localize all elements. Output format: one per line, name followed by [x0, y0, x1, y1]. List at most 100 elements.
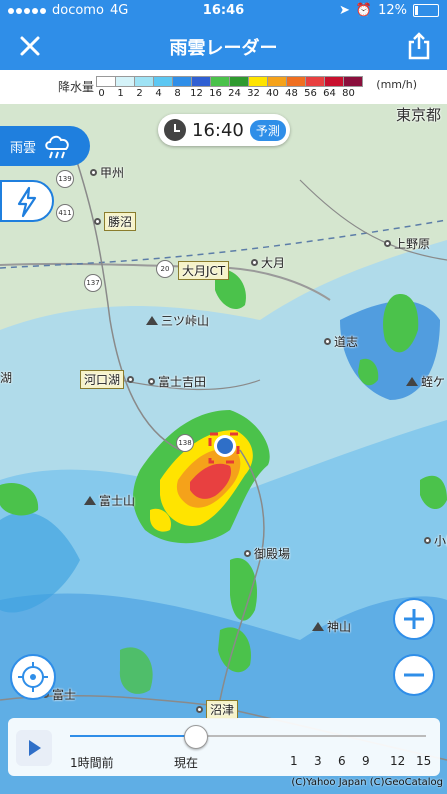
- place-label: 河口湖: [80, 370, 125, 389]
- place-label: 沼津: [206, 700, 239, 719]
- timeline-bar: 1時間前 現在 1 3 6 9 12 15: [8, 718, 440, 776]
- play-button[interactable]: [16, 730, 52, 766]
- legend-swatch: [153, 76, 173, 87]
- legend-swatch: [267, 76, 287, 87]
- place-label: 湖: [0, 371, 13, 385]
- place-label: 甲州: [100, 166, 125, 180]
- radar-map[interactable]: 139 411 137 138 20 東京都 甲州 勝沼 上野原 大月JCT 大…: [0, 104, 447, 794]
- legend-tick: 24: [228, 88, 241, 99]
- route-shield: 137: [84, 274, 102, 292]
- current-time: 16:40: [192, 119, 244, 141]
- current-location-button[interactable]: [10, 654, 56, 700]
- legend-tick: 32: [247, 88, 260, 99]
- mountain-icon: [406, 377, 418, 386]
- share-icon[interactable]: [405, 31, 433, 61]
- timeline-track[interactable]: [70, 735, 426, 737]
- place-label: 大月JCT: [178, 261, 230, 280]
- place-kawaguchiko: 河口湖: [80, 370, 135, 389]
- battery-percent: 12%: [378, 3, 407, 18]
- battery-icon: [413, 4, 439, 17]
- route-shield: 411: [56, 204, 74, 222]
- place-label: 小田: [434, 534, 447, 548]
- place-dot: [424, 537, 431, 544]
- status-bar: docomo 4G 16:46 ➤ ⏰ 12%: [0, 0, 447, 22]
- legend-tick: 48: [285, 88, 298, 99]
- mountain-icon: [312, 622, 324, 631]
- place-hiru: 蛭ケ: [406, 373, 445, 390]
- forecast-label: 15: [416, 754, 432, 768]
- place-tokyo: 東京都: [396, 104, 441, 125]
- rain-cloud-icon: [45, 135, 69, 159]
- alarm-icon: ⏰: [355, 3, 373, 18]
- place-label: 御殿場: [254, 547, 291, 561]
- place-fujiyoshida: 富士吉田: [148, 373, 206, 390]
- forecast-label: 6: [338, 754, 346, 768]
- mountain-icon: [146, 316, 158, 325]
- precipitation-legend: 降水量 0 1 2 4 8 12 16 24 32 40 48 56 64 80 (mm/h): [0, 70, 447, 105]
- plus-icon: [404, 609, 424, 629]
- legend-swatch: [172, 76, 192, 87]
- time-indicator: 16:40 予測: [158, 114, 290, 146]
- place-doshi: 道志: [324, 333, 358, 350]
- legend-tick: 1: [117, 88, 124, 99]
- legend-color-scale: [96, 76, 363, 87]
- place-label: 富士山: [99, 494, 136, 508]
- legend-tick: 64: [323, 88, 336, 99]
- place-label: 富士: [52, 688, 77, 702]
- app-header: 雨雲レーダー: [0, 22, 447, 70]
- legend-swatch: [210, 76, 230, 87]
- place-label: 神山: [327, 620, 352, 634]
- legend-swatch: [191, 76, 211, 87]
- route-shield: 139: [56, 170, 74, 188]
- place-odawara: 小田: [424, 532, 447, 549]
- route-shield: 138: [176, 434, 194, 452]
- timeline-now-label: 現在: [174, 756, 199, 770]
- place-kofu: 甲州: [90, 164, 124, 181]
- rain-layer-button[interactable]: 雨雲: [0, 126, 90, 166]
- legend-swatch: [229, 76, 249, 87]
- crosshair-icon: [18, 662, 48, 692]
- legend-ticks: 0 1 2 4 8 12 16 24 32 40 48 56 64 80: [92, 88, 358, 99]
- forecast-label: 12: [390, 754, 406, 768]
- legend-tick: 8: [174, 88, 181, 99]
- place-dot: [90, 169, 97, 176]
- lightning-layer-button[interactable]: [0, 180, 54, 222]
- timeline-knob[interactable]: [183, 725, 208, 749]
- place-label: 東京都: [395, 106, 441, 124]
- legend-swatch: [115, 76, 135, 87]
- place-kamiyama: 神山: [312, 618, 351, 635]
- rain-layer-label: 雨雲: [10, 140, 37, 156]
- legend-tick: 56: [304, 88, 317, 99]
- zoom-in-button[interactable]: [393, 598, 435, 640]
- legend-swatch: [286, 76, 306, 87]
- legend-tick: 2: [136, 88, 143, 99]
- legend-tick: 40: [266, 88, 279, 99]
- place-mitsutoge: 三ツ峠山: [146, 312, 209, 329]
- forecast-label: 1: [290, 754, 298, 768]
- forecast-badge: 予測: [249, 119, 286, 141]
- place-label: 勝沼: [104, 212, 137, 231]
- timeline-start-label: 1時間前: [70, 756, 114, 770]
- zoom-out-button[interactable]: [393, 654, 435, 696]
- status-right: ➤ ⏰ 12%: [339, 3, 439, 18]
- place-dot: [251, 259, 258, 266]
- place-label: 大月: [261, 256, 286, 270]
- timeline-progress: [70, 735, 195, 737]
- copyright-text: (C)Yahoo Japan (C)GeoCatalog: [291, 777, 443, 788]
- legend-tick: 12: [190, 88, 203, 99]
- place-label: 上野原: [394, 237, 431, 251]
- legend-swatch: [324, 76, 344, 87]
- legend-tick: 0: [98, 88, 105, 99]
- legend-label: 降水量: [58, 80, 95, 94]
- place-otsuki-jct: 大月JCT: [178, 261, 230, 280]
- place-numazu: 沼津: [196, 700, 239, 719]
- place-dot: [324, 338, 331, 345]
- clock-icon: [164, 119, 186, 141]
- place-label: 富士吉田: [158, 375, 207, 389]
- forecast-label: 9: [362, 754, 370, 768]
- place-dot: [94, 218, 101, 225]
- place-dot: [148, 378, 155, 385]
- place-dot: [196, 706, 203, 713]
- place-ko: 湖: [0, 369, 12, 386]
- place-label: 道志: [334, 335, 359, 349]
